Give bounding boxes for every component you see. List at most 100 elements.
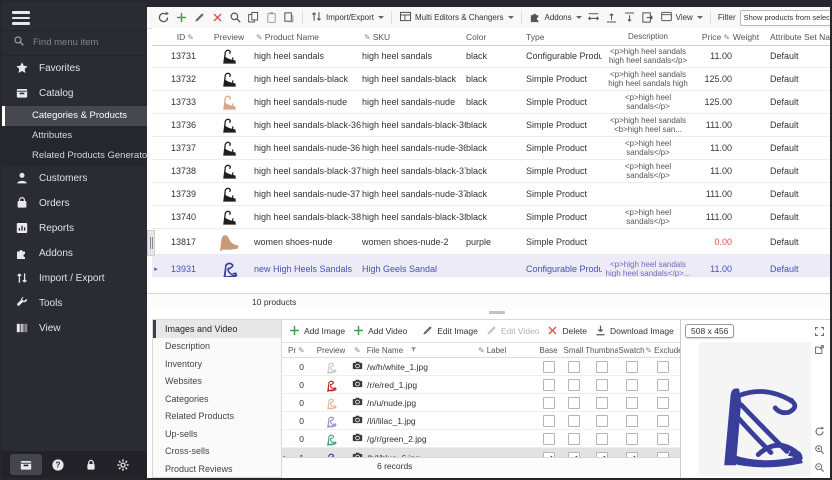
add-image-button[interactable]: Add Image <box>288 324 345 339</box>
hamburger-menu-icon[interactable] <box>12 11 30 25</box>
tab-cross-sells[interactable]: Cross-sells <box>153 443 281 461</box>
thumbnail-checkbox[interactable] <box>596 361 608 373</box>
edit-image-button[interactable]: Edit Image <box>421 324 478 339</box>
product-row[interactable]: 13739high heel sandals-nude-37high heel … <box>152 183 830 206</box>
import-export-button[interactable]: Import/Export <box>308 10 386 25</box>
column-header-description[interactable]: Description <box>602 32 694 41</box>
base-checkbox[interactable] <box>543 379 555 391</box>
exclude-checkbox[interactable] <box>657 397 669 409</box>
tab-product-reviews[interactable]: Product Reviews <box>153 460 281 478</box>
tab-categories[interactable]: Categories <box>153 390 281 408</box>
sidebar-item-related-products-generator[interactable]: Related Products Generator <box>2 146 147 166</box>
export-grid-button[interactable] <box>640 10 656 26</box>
image-row[interactable]: 0/r/e/red_1.jpg <box>282 376 681 394</box>
column-header-exclude[interactable]: ✎Exclude <box>645 346 681 355</box>
image-row[interactable]: 0/w/h/white_1.jpg <box>282 358 681 376</box>
grid-splitter[interactable] <box>147 230 155 256</box>
view-button[interactable]: View <box>658 10 705 25</box>
product-row[interactable]: 13740high heel sandals-black-38high heel… <box>152 206 830 229</box>
column-header-file[interactable]: ✎File Name <box>352 346 476 355</box>
store-icon[interactable] <box>10 454 42 475</box>
sidebar-item-attributes[interactable]: Attributes <box>2 126 147 146</box>
sidebar-item-categories-products[interactable]: Categories & Products <box>2 106 147 126</box>
exclude-checkbox[interactable] <box>657 361 669 373</box>
thumbnail-checkbox[interactable] <box>596 415 608 427</box>
thumbnail-checkbox[interactable] <box>596 397 608 409</box>
lock-icon[interactable] <box>75 454 107 475</box>
sidebar-item-orders[interactable]: Orders <box>2 191 147 216</box>
column-header-swatch[interactable]: Swatch <box>618 346 645 355</box>
move-down-button[interactable] <box>622 10 638 26</box>
move-up-button[interactable] <box>604 10 620 26</box>
tab-description[interactable]: Description <box>153 338 281 356</box>
tab-inventory[interactable]: Inventory <box>153 355 281 373</box>
sidebar-item-customers[interactable]: Customers <box>2 166 147 191</box>
panel-splitter[interactable] <box>489 311 505 314</box>
column-header-preview[interactable]: Preview <box>310 346 352 355</box>
delete-button[interactable]: Delete <box>546 324 587 339</box>
tab-up-sells[interactable]: Up-sells <box>153 425 281 443</box>
base-checkbox[interactable] <box>543 415 555 427</box>
small-checkbox[interactable] <box>568 397 580 409</box>
edit-button[interactable] <box>191 10 207 26</box>
column-header-sku[interactable]: ✎SKU <box>362 32 466 42</box>
product-row[interactable]: 13817women shoes-nudewomen shoes-nude-2p… <box>152 229 830 255</box>
zoom-out-icon[interactable] <box>813 461 826 474</box>
rotate-icon[interactable] <box>813 425 826 438</box>
product-row[interactable]: 13733high heel sandals-nudehigh heel san… <box>152 91 830 114</box>
swatch-checkbox[interactable] <box>626 397 638 409</box>
sidebar-search[interactable]: Find menu item <box>2 30 147 56</box>
product-row[interactable]: 13732high heel sandals-blackhigh heel sa… <box>152 68 830 91</box>
image-row[interactable]: 0/g/r/green_2.jpg <box>282 430 681 448</box>
column-header-pr[interactable]: Pr✎ <box>288 346 310 355</box>
exclude-checkbox[interactable] <box>657 433 669 445</box>
product-row[interactable]: ▸13931new High Heels SandalsHigh Geels S… <box>152 255 830 277</box>
swatch-checkbox[interactable] <box>626 361 638 373</box>
small-checkbox[interactable] <box>568 415 580 427</box>
column-header-small[interactable]: Small <box>561 346 586 355</box>
image-row[interactable]: 0/l/i/lilac_1.jpg <box>282 412 681 430</box>
add-button[interactable] <box>173 10 189 26</box>
column-header-color[interactable]: Color <box>466 32 526 42</box>
product-row[interactable]: 13736high heel sandals-black-36high heel… <box>152 114 830 137</box>
refresh-button[interactable] <box>155 10 171 26</box>
category-filter-select[interactable]: Show products from selected categories <box>740 10 832 26</box>
swatch-checkbox[interactable] <box>626 415 638 427</box>
small-checkbox[interactable] <box>568 361 580 373</box>
add-video-button[interactable]: Add Video <box>352 324 407 339</box>
column-header-name[interactable]: ✎Product Name <box>254 32 362 42</box>
column-header-base[interactable]: Base <box>536 346 561 355</box>
sidebar-item-catalog[interactable]: Catalog <box>2 81 147 106</box>
zoom-in-icon[interactable] <box>813 443 826 456</box>
column-header-preview[interactable]: Preview <box>204 32 254 42</box>
thumbnail-checkbox[interactable] <box>596 433 608 445</box>
base-checkbox[interactable] <box>543 361 555 373</box>
column-header-label[interactable]: ✎Label <box>476 346 536 355</box>
swatch-checkbox[interactable] <box>626 379 638 391</box>
column-header-id[interactable]: ID✎ <box>160 32 204 42</box>
product-row[interactable]: 13737high heel sandals-nude-36high heel … <box>152 137 830 160</box>
column-header-price[interactable]: Price✎ <box>694 32 732 42</box>
swatch-checkbox[interactable] <box>626 433 638 445</box>
help-icon[interactable]: ? <box>42 454 74 475</box>
exclude-checkbox[interactable] <box>657 379 669 391</box>
small-checkbox[interactable] <box>568 433 580 445</box>
tab-websites[interactable]: Websites <box>153 373 281 391</box>
sidebar-item-reports[interactable]: Reports <box>2 216 147 241</box>
sidebar-item-tools[interactable]: Tools <box>2 291 147 316</box>
settings-icon[interactable] <box>107 454 139 475</box>
download-image-button[interactable]: Download Image <box>594 324 674 339</box>
tab-related-products[interactable]: Related Products <box>153 408 281 426</box>
product-row[interactable]: 13738high heel sandals-black-37high heel… <box>152 160 830 183</box>
fit-columns-button[interactable] <box>586 10 602 26</box>
copy-button[interactable] <box>245 10 261 26</box>
sidebar-item-favorites[interactable]: Favorites <box>2 56 147 81</box>
sidebar-item-import-export[interactable]: Import / Export <box>2 266 147 291</box>
sidebar-item-addons[interactable]: Addons <box>2 241 147 266</box>
small-checkbox[interactable] <box>568 379 580 391</box>
column-header-weight[interactable]: Weight <box>732 32 760 42</box>
tab-images-and-video[interactable]: Images and Video <box>153 320 281 338</box>
column-header-attr[interactable]: Attribute Set Name <box>760 32 830 42</box>
sidebar-item-view[interactable]: View <box>2 316 147 341</box>
multi-editors-button[interactable]: Multi Editors & Changers <box>397 10 515 25</box>
